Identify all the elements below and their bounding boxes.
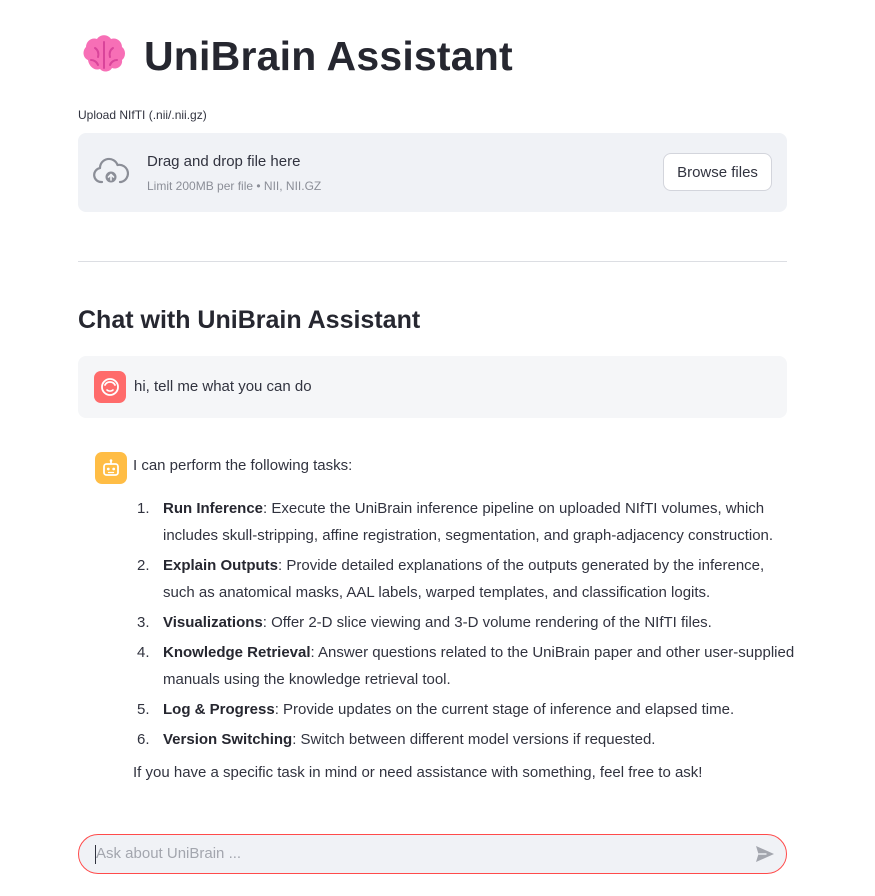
- list-item: 5. Log & Progress: Provide updates on the…: [137, 696, 797, 723]
- page-title: UniBrain Assistant: [144, 32, 513, 79]
- file-dropzone[interactable]: Drag and drop file here Limit 200MB per …: [78, 133, 787, 212]
- list-item-number: 6.: [137, 731, 150, 748]
- assistant-outro: If you have a specific task in mind or n…: [133, 764, 703, 781]
- task-title: Log & Progress: [163, 701, 275, 718]
- user-avatar: [94, 371, 126, 403]
- assistant-task-list: 1. Run Inference: Execute the UniBrain in…: [137, 495, 797, 756]
- chat-input-placeholder: Ask about UniBrain ...: [96, 845, 242, 862]
- task-description: : Switch between different model version…: [292, 731, 656, 748]
- chat-heading: Chat with UniBrain Assistant: [78, 306, 421, 334]
- browse-files-button[interactable]: Browse files: [663, 153, 772, 191]
- list-item-number: 5.: [137, 701, 150, 718]
- list-item: 2. Explain Outputs: Provide detailed expl…: [137, 552, 797, 606]
- list-item-number: 1.: [137, 500, 150, 517]
- task-title: Knowledge Retrieval: [163, 644, 311, 661]
- list-item: 4. Knowledge Retrieval: Answer questions …: [137, 639, 797, 693]
- dropzone-limit: Limit 200MB per file • NII, NII.GZ: [147, 179, 322, 193]
- brain-icon: [83, 35, 125, 72]
- dropzone-instruction: Drag and drop file here: [147, 153, 301, 170]
- smiley-face-icon: [101, 378, 119, 396]
- list-item: 6. Version Switching: Switch between diff…: [137, 726, 797, 753]
- page-header: UniBrain Assistant: [78, 30, 513, 82]
- task-title: Run Inference: [163, 500, 264, 517]
- list-item-number: 2.: [137, 557, 150, 574]
- chat-input[interactable]: Ask about UniBrain ...: [78, 834, 787, 874]
- task-description: : Provide updates on the current stage o…: [274, 701, 735, 718]
- divider: [78, 261, 787, 262]
- list-item-number: 3.: [137, 614, 150, 631]
- list-item-number: 4.: [137, 644, 150, 661]
- user-message: hi, tell me what you can do: [78, 356, 787, 418]
- task-title: Version Switching: [163, 731, 293, 748]
- task-title: Explain Outputs: [163, 557, 279, 574]
- user-message-text: hi, tell me what you can do: [134, 378, 312, 395]
- list-item: 1. Run Inference: Execute the UniBrain in…: [137, 495, 797, 549]
- send-icon[interactable]: [755, 845, 775, 863]
- upload-label: Upload NIfTI (.nii/.nii.gz): [78, 108, 207, 122]
- list-item: 3. Visualizations: Offer 2-D slice viewin…: [137, 609, 797, 636]
- robot-icon: [103, 459, 119, 476]
- task-description: : Offer 2-D slice viewing and 3-D volume…: [262, 614, 712, 631]
- assistant-intro: I can perform the following tasks:: [133, 457, 353, 474]
- assistant-avatar: [95, 452, 127, 484]
- cloud-upload-icon: [93, 157, 129, 184]
- task-title: Visualizations: [163, 614, 263, 631]
